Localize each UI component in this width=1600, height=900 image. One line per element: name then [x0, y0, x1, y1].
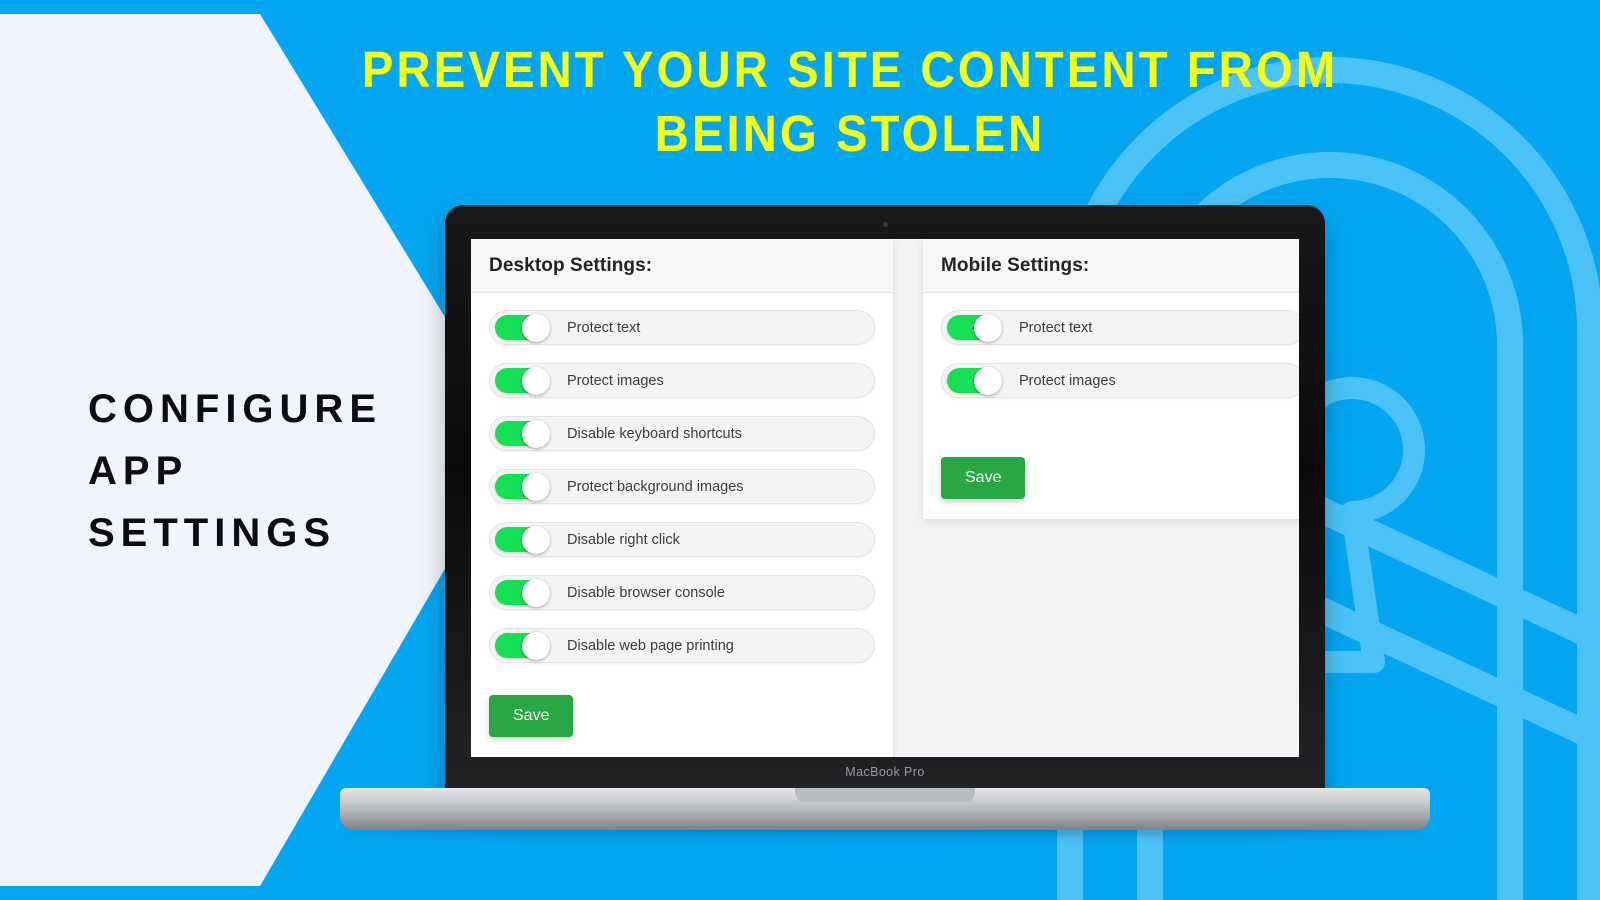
mobile-toggle-row-protect-text[interactable]: Protect text: [941, 310, 1299, 345]
toggle-row-protect-text[interactable]: Protect text: [489, 310, 875, 345]
page-title: PREVENT YOUR SITE CONTENT FROM BEING STO…: [361, 41, 1339, 162]
toggle-switch-disable-browser-console[interactable]: [495, 578, 550, 607]
toggle-label: Protect images: [567, 372, 664, 389]
toggle-switch-protect-images[interactable]: [495, 366, 550, 395]
toggle-row-disable-keyboard-shortcuts[interactable]: Disable keyboard shortcuts: [489, 416, 875, 451]
laptop-screen: Desktop Settings: Protect text Protect i…: [471, 239, 1299, 757]
toggle-switch-disable-web-page-printing[interactable]: [495, 631, 550, 660]
toggle-knob-icon: [522, 419, 550, 448]
toggle-label: Protect background images: [567, 478, 744, 495]
mobile-toggle-switch-protect-images[interactable]: [947, 366, 1002, 395]
toggle-label: Disable right click: [567, 531, 680, 548]
toggle-knob-icon: [522, 472, 550, 501]
desktop-settings-column: Desktop Settings: Protect text Protect i…: [471, 239, 893, 757]
device-model-label: MacBook Pro: [845, 765, 925, 779]
mobile-settings-header: Mobile Settings:: [923, 239, 1299, 293]
toggle-row-disable-web-page-printing[interactable]: Disable web page printing: [489, 628, 875, 663]
mobile-settings-body: Protect text Protect images: [923, 293, 1299, 453]
toggle-label: Disable keyboard shortcuts: [567, 425, 742, 442]
toggle-knob-icon: [522, 631, 550, 660]
desktop-settings-body: Protect text Protect images Disable keyb…: [471, 293, 893, 689]
mobile-save-button[interactable]: Save: [941, 457, 1026, 499]
toggle-knob-icon: [522, 313, 550, 342]
toggle-label: Protect text: [1019, 319, 1093, 336]
toggle-knob-icon: [522, 366, 550, 395]
laptop-lid: Desktop Settings: Protect text Protect i…: [445, 205, 1325, 793]
desktop-settings-title: Desktop Settings:: [489, 255, 653, 276]
mobile-toggle-row-protect-images[interactable]: Protect images: [941, 363, 1299, 398]
camera-icon: [882, 222, 888, 227]
toggle-row-disable-browser-console[interactable]: Disable browser console: [489, 575, 875, 610]
toggle-knob-icon: [522, 578, 550, 607]
toggle-label: Protect images: [1019, 372, 1116, 389]
desktop-save-area: Save: [471, 689, 893, 757]
toggle-label: Protect text: [567, 319, 641, 336]
toggle-label: Disable web page printing: [567, 637, 734, 654]
toggle-switch-disable-keyboard-shortcuts[interactable]: [495, 419, 550, 448]
toggle-switch-protect-text[interactable]: [495, 313, 550, 342]
toggle-switch-protect-background-images[interactable]: [495, 472, 550, 501]
toggle-row-protect-background-images[interactable]: Protect background images: [489, 469, 875, 504]
toggle-label: Disable browser console: [567, 584, 725, 601]
mobile-settings-card: Mobile Settings: Protect text Protect im…: [923, 239, 1299, 519]
toggle-row-protect-images[interactable]: Protect images: [489, 363, 875, 398]
laptop-mockup: Desktop Settings: Protect text Protect i…: [340, 205, 1430, 836]
toggle-switch-disable-right-click[interactable]: [495, 525, 550, 554]
laptop-base: [340, 788, 1430, 830]
app-window: Desktop Settings: Protect text Protect i…: [471, 239, 1299, 757]
desktop-settings-card: Desktop Settings: Protect text Protect i…: [471, 239, 893, 757]
mobile-settings-column: Mobile Settings: Protect text Protect im…: [893, 239, 1299, 757]
mobile-save-area: Save: [923, 453, 1299, 519]
toggle-knob-icon: [522, 525, 550, 554]
mobile-toggle-switch-protect-text[interactable]: [947, 313, 1002, 342]
desktop-settings-header: Desktop Settings:: [471, 239, 893, 293]
toggle-row-disable-right-click[interactable]: Disable right click: [489, 522, 875, 557]
toggle-knob-icon: [974, 366, 1002, 395]
mobile-settings-title: Mobile Settings:: [941, 255, 1090, 276]
toggle-knob-icon: [974, 313, 1002, 342]
desktop-save-button[interactable]: Save: [489, 695, 574, 737]
